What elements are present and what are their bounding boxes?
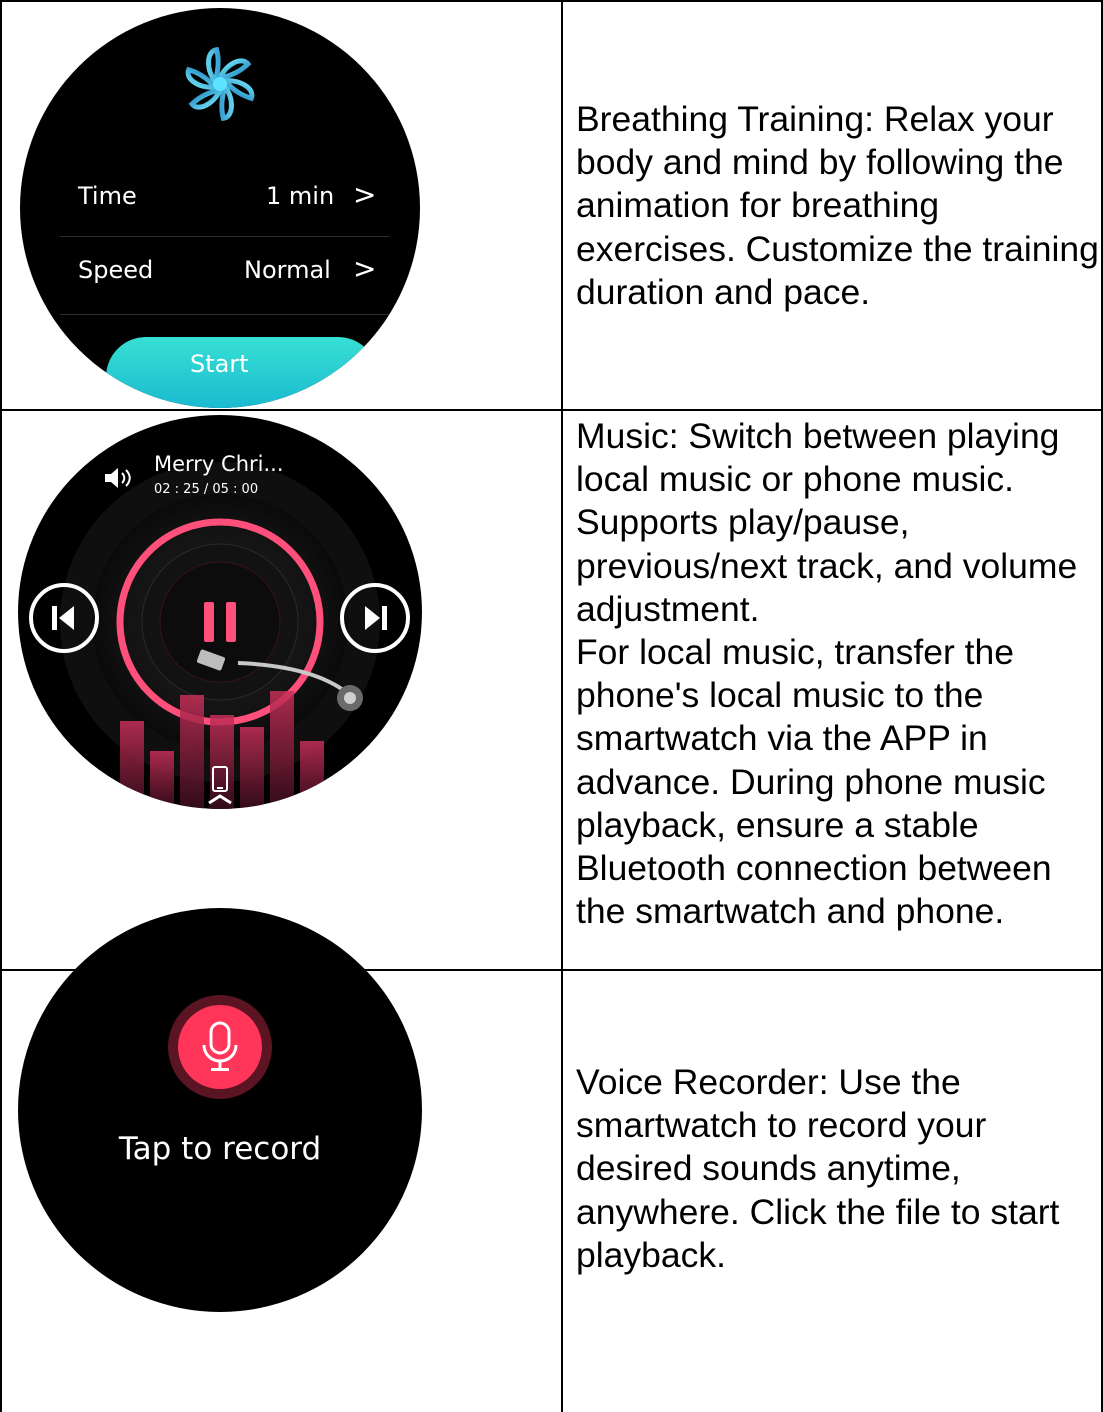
description-paragraph: Voice Recorder: Use the smartwatch to re… — [576, 1062, 1060, 1275]
microphone-icon — [202, 1021, 238, 1071]
recorder-description: Voice Recorder: Use the smartwatch to re… — [576, 1061, 1101, 1277]
next-track-icon[interactable] — [339, 582, 411, 654]
divider — [60, 236, 390, 237]
table-border-left — [0, 0, 2, 1412]
time-value: 1 min — [266, 182, 335, 210]
music-description: Music: Switch between playing local musi… — [576, 415, 1101, 933]
breathing-watch-screen: Time 1 min > Speed Normal > Start — [20, 8, 420, 408]
divider — [60, 314, 390, 315]
chevron-right-icon: > — [353, 252, 377, 285]
record-button[interactable] — [168, 995, 272, 1099]
record-hint-label: Tap to record — [118, 1131, 322, 1167]
table-border-top — [0, 0, 1103, 2]
track-title: Merry Chri... — [154, 452, 284, 476]
volume-icon[interactable] — [103, 466, 133, 490]
start-button-label: Start — [190, 350, 249, 378]
description-paragraph: Breathing Training: Relax your body and … — [576, 99, 1099, 312]
previous-track-icon[interactable] — [28, 582, 100, 654]
description-paragraph: Music: Switch between playing local musi… — [576, 416, 1078, 629]
time-setting-row[interactable] — [60, 168, 390, 228]
speed-value: Normal — [244, 256, 331, 284]
description-paragraph: For local music, transfer the phone's lo… — [576, 632, 1052, 932]
table-border-middle — [561, 0, 563, 1412]
phone-source-icon[interactable] — [211, 765, 229, 793]
breathing-description: Breathing Training: Relax your body and … — [576, 98, 1101, 314]
pause-icon[interactable] — [190, 592, 250, 652]
speed-setting-row[interactable] — [60, 242, 390, 302]
table-row-divider — [0, 409, 1103, 411]
swipe-up-icon[interactable] — [207, 793, 233, 805]
chevron-right-icon: > — [353, 178, 377, 211]
breathing-flower-icon — [185, 47, 255, 121]
track-time: 02 : 25 / 05 : 00 — [154, 482, 259, 497]
recorder-watch-screen: Tap to record — [18, 908, 422, 1312]
music-watch-screen: Merry Chri... 02 : 25 / 05 : 00 — [18, 415, 422, 809]
